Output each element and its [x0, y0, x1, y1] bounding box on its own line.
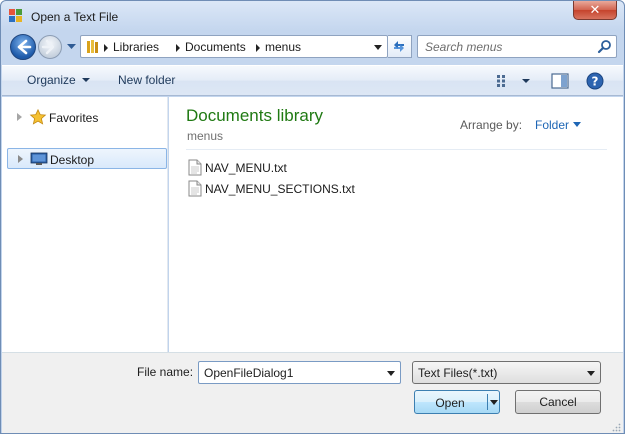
expand-chevron-icon[interactable] [17, 113, 22, 121]
text-file-icon [188, 159, 202, 176]
file-name-input[interactable]: OpenFileDialog1 [204, 366, 293, 380]
close-button[interactable]: ✕ [573, 1, 617, 20]
resize-grip-icon[interactable] [611, 422, 621, 432]
library-subtitle: menus [187, 129, 224, 143]
command-toolbar: Organize New folder ? [2, 65, 623, 96]
arrange-by-label: Arrange by: [460, 118, 523, 132]
address-history-dropdown-icon[interactable] [374, 45, 382, 50]
file-item[interactable]: NAV_MENU.txt [188, 159, 438, 177]
nav-item-favorites[interactable]: Favorites [7, 107, 167, 128]
organize-button[interactable]: Organize [27, 73, 90, 87]
chevron-down-icon[interactable] [573, 122, 581, 127]
file-type-value: Text Files(*.txt) [418, 366, 498, 380]
cancel-button[interactable]: Cancel [515, 390, 601, 414]
file-type-select[interactable]: Text Files(*.txt) [412, 361, 601, 384]
breadcrumb-libraries[interactable]: Libraries [113, 40, 159, 54]
svg-text:?: ? [592, 75, 599, 89]
new-folder-button[interactable]: New folder [118, 73, 175, 87]
nav-label-favorites: Favorites [49, 111, 99, 125]
navigation-bar: Libraries Documents menus Search menus [8, 32, 618, 61]
search-placeholder: Search menus [425, 40, 503, 54]
view-options-dropdown-icon[interactable] [522, 79, 530, 83]
back-arrow-icon [17, 39, 32, 55]
libraries-icon [87, 40, 98, 53]
desktop-icon [30, 152, 48, 165]
search-input[interactable]: Search menus [417, 35, 617, 58]
forward-arrow-icon [41, 39, 55, 55]
file-list-pane: Documents library menus Arrange by: Fold… [169, 97, 623, 352]
breadcrumb-documents[interactable]: Documents [185, 40, 246, 54]
file-item[interactable]: NAV_MENU_SECTIONS.txt [188, 180, 438, 198]
address-bar[interactable]: Libraries Documents menus [80, 35, 388, 58]
preview-pane-icon[interactable] [551, 73, 569, 89]
star-icon [29, 109, 47, 125]
window-title: Open a Text File [31, 10, 119, 24]
open-file-dialog: Open a Text File ✕ Libraries Documents m… [0, 0, 625, 434]
help-icon[interactable]: ? [586, 72, 604, 90]
expand-chevron-icon[interactable] [18, 155, 23, 163]
organize-label: Organize [27, 73, 76, 87]
file-name-combobox[interactable]: OpenFileDialog1 [198, 361, 401, 384]
divider [186, 149, 607, 150]
forward-button[interactable] [38, 35, 62, 59]
close-icon: ✕ [589, 2, 601, 17]
breadcrumb-separator[interactable] [256, 44, 260, 52]
breadcrumb-separator[interactable] [104, 44, 108, 52]
back-button[interactable] [10, 34, 36, 60]
refresh-button[interactable] [388, 35, 412, 58]
title-bar: Open a Text File ✕ [1, 1, 624, 31]
search-icon[interactable] [597, 39, 612, 54]
change-view-icon[interactable] [496, 74, 512, 88]
breadcrumb-separator[interactable] [176, 44, 180, 52]
divider [487, 394, 488, 410]
refresh-icon [394, 41, 404, 52]
chevron-down-icon [81, 78, 90, 82]
navigation-pane: Favorites Desktop [2, 97, 168, 352]
library-title: Documents library [186, 106, 323, 125]
file-name-label: File name: [137, 365, 194, 379]
chevron-down-icon[interactable] [387, 371, 395, 376]
open-button[interactable]: Open [414, 390, 500, 414]
arrange-by-dropdown[interactable]: Folder [535, 118, 569, 132]
nav-label-desktop: Desktop [50, 153, 95, 167]
open-options-chevron-icon[interactable] [490, 400, 498, 405]
open-button-label: Open [435, 396, 465, 410]
breadcrumb-menus[interactable]: menus [265, 40, 301, 54]
chevron-down-icon[interactable] [587, 371, 595, 376]
text-file-icon [188, 180, 202, 197]
app-icon [9, 9, 22, 22]
nav-item-desktop[interactable]: Desktop [7, 148, 167, 169]
file-name: NAV_MENU_SECTIONS.txt [205, 182, 355, 196]
recent-pages-chevron-icon[interactable] [66, 42, 77, 52]
file-name: NAV_MENU.txt [205, 161, 287, 175]
dialog-footer: File name: OpenFileDialog1 Text Files(*.… [2, 352, 623, 433]
